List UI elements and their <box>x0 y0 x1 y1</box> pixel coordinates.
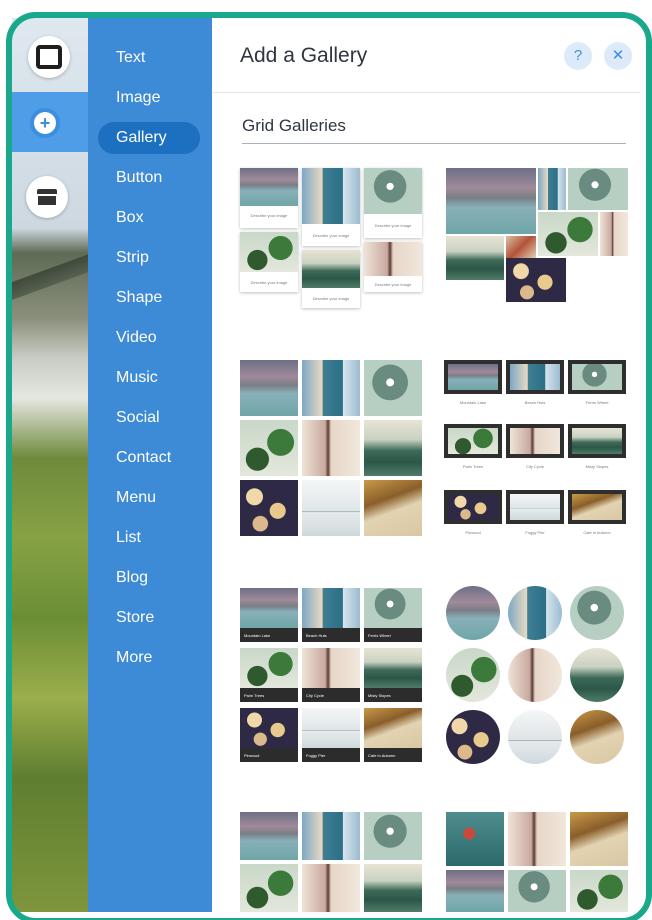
gallery-frame <box>506 424 564 458</box>
add-icon: + <box>39 113 51 133</box>
gallery-thumb-image <box>302 480 360 536</box>
help-button[interactable]: ? <box>564 42 592 70</box>
menu-item-gallery[interactable]: Gallery <box>98 122 200 154</box>
gallery-caption: Mountain Lake <box>459 400 487 405</box>
add-category-menu: Text Image Gallery Button Box Strip Shap… <box>88 18 212 912</box>
gallery-thumb-image <box>506 236 536 258</box>
gallery-thumb-image <box>302 420 360 476</box>
menu-item-menu[interactable]: Menu <box>98 482 200 514</box>
gallery-caption: Describe your image <box>250 213 288 218</box>
gallery-card: Describe your image <box>240 232 298 292</box>
gallery-thumb-image <box>446 168 536 234</box>
gallery-caption: Mountain Lake <box>244 633 271 638</box>
gallery-caption: Palm Trees <box>244 693 265 698</box>
menu-item-button[interactable]: Button <box>98 162 200 194</box>
gallery-caption: Ferris Wheel <box>368 633 391 638</box>
menu-item-music[interactable]: Music <box>98 362 200 394</box>
gallery-thumb-image <box>240 232 298 272</box>
gallery-thumb-image <box>240 480 298 536</box>
gallery-caption: Misty Slopes <box>368 693 391 698</box>
gallery-card: Describe your image <box>364 168 422 238</box>
gallery-caption: Describe your image <box>374 223 412 228</box>
gallery-caption: Palm Trees <box>462 464 484 469</box>
menu-item-more[interactable]: More <box>98 642 200 674</box>
gallery-thumb-image <box>302 250 360 288</box>
gallery-thumb-image <box>568 168 628 210</box>
gallery-thumb-image <box>302 360 360 416</box>
square-tool-icon <box>36 45 62 69</box>
menu-item-contact[interactable]: Contact <box>98 442 200 474</box>
gallery-thumb-image <box>538 168 566 210</box>
menu-item-shape[interactable]: Shape <box>98 282 200 314</box>
gallery-card: Describe your image <box>240 168 298 228</box>
gallery-thumb-image <box>364 360 422 416</box>
store-icon <box>37 189 57 205</box>
editor-window: + Text Image Gallery Button Box Strip Sh… <box>0 0 652 920</box>
gallery-caption: Describe your image <box>312 233 350 238</box>
add-icon-wrap: + <box>34 112 56 134</box>
gallery-caption: City Cycle <box>306 693 325 698</box>
square-tool-button[interactable] <box>28 36 70 78</box>
menu-item-list[interactable]: List <box>98 522 200 554</box>
add-gallery-panel: Add a Gallery ? ✕ Grid Galleries Describ… <box>212 18 640 912</box>
menu-item-video[interactable]: Video <box>98 322 200 354</box>
gallery-caption: Cafe in Autumn <box>583 530 611 535</box>
gallery-thumb-image <box>364 480 422 536</box>
gallery-caption: Foggy Pier <box>525 530 545 535</box>
menu-item-social[interactable]: Social <box>98 402 200 434</box>
section-title-grid-galleries: Grid Galleries <box>242 116 346 135</box>
gallery-thumb-image <box>240 360 298 416</box>
gallery-frame <box>568 490 626 524</box>
panel-title: Add a Gallery <box>240 44 368 67</box>
menu-item-strip[interactable]: Strip <box>98 242 200 274</box>
gallery-thumb-image <box>364 420 422 476</box>
gallery-caption: Foggy Pier <box>306 753 326 758</box>
gallery-thumb-image <box>364 242 422 276</box>
close-button[interactable]: ✕ <box>604 42 632 70</box>
gallery-caption: Describe your image <box>374 282 412 287</box>
gallery-caption: Beach Huts <box>306 633 327 638</box>
gallery-card: Describe your image <box>302 250 360 308</box>
gallery-card: Describe your image <box>364 242 422 292</box>
gallery-thumb-image <box>240 168 298 206</box>
gallery-thumb-image <box>538 212 598 256</box>
store-tool-button[interactable] <box>26 176 68 218</box>
site-background-image <box>12 18 92 912</box>
menu-item-store[interactable]: Store <box>98 602 200 634</box>
menu-item-image[interactable]: Image <box>98 82 200 114</box>
gallery-frame <box>506 490 564 524</box>
gallery-thumb-image <box>364 168 422 214</box>
gallery-caption: Describe your image <box>312 296 350 301</box>
gallery-caption: City Cycle <box>525 464 544 469</box>
gallery-thumb-image <box>600 212 628 256</box>
section-divider <box>242 143 626 144</box>
gallery-caption: Pinwood <box>465 530 481 535</box>
gallery-caption: Ferris Wheel <box>585 400 609 405</box>
panel-header: Add a Gallery ? ✕ <box>212 18 640 93</box>
gallery-frame <box>568 424 626 458</box>
gallery-thumb-image <box>506 258 566 302</box>
gallery-frame <box>444 490 502 524</box>
gallery-caption: Cafe in Autumn <box>368 753 396 758</box>
menu-item-text[interactable]: Text <box>98 42 200 74</box>
gallery-thumb-image <box>302 168 360 224</box>
gallery-thumb-image <box>446 236 504 280</box>
gallery-frame <box>444 424 502 458</box>
menu-item-box[interactable]: Box <box>98 202 200 234</box>
gallery-caption: Beach Huts <box>524 400 546 405</box>
add-button[interactable]: + <box>30 108 60 138</box>
gallery-caption: Describe your image <box>250 280 288 285</box>
menu-item-blog[interactable]: Blog <box>98 562 200 594</box>
gallery-frame <box>506 360 564 394</box>
gallery-frame <box>444 360 502 394</box>
gallery-caption: Misty Slopes <box>585 464 609 469</box>
gallery-caption: Pinwood <box>244 753 260 758</box>
gallery-card: Describe your image <box>302 168 360 246</box>
gallery-thumb-image <box>240 420 298 476</box>
gallery-frame <box>568 360 626 394</box>
